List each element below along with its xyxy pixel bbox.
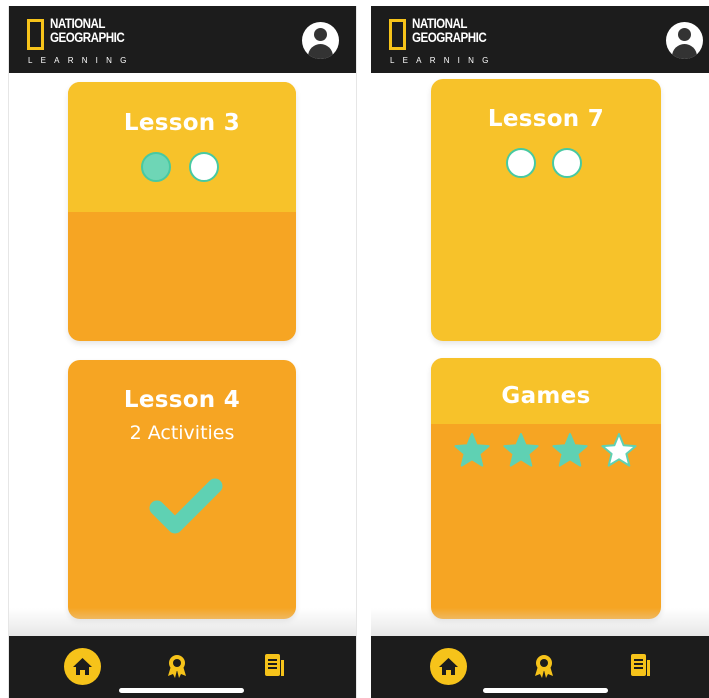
star-earned-icon <box>454 433 490 467</box>
logo-line-1: NATIONAL <box>412 16 468 31</box>
logo-subtitle: LEARNING <box>28 56 135 65</box>
progress-dot-incomplete <box>552 148 582 178</box>
star-earned-icon <box>552 433 588 467</box>
book-icon[interactable] <box>630 653 652 679</box>
app-header: NATIONAL GEOGRAPHIC LEARNING <box>371 6 709 73</box>
home-indicator[interactable] <box>119 688 244 693</box>
lesson-3-card[interactable]: Lesson 3 <box>68 82 296 341</box>
star-empty-icon <box>601 433 637 467</box>
card-title: Games <box>501 383 591 409</box>
progress-dot-complete <box>141 152 171 182</box>
logo-yellow-border <box>389 19 406 50</box>
card-title: Lesson 3 <box>123 110 241 136</box>
logo-line-1: NATIONAL <box>50 16 106 31</box>
star-earned-icon <box>503 433 539 467</box>
card-title: Lesson 4 <box>123 387 241 413</box>
nav-home-button[interactable] <box>64 648 101 685</box>
nav-home-button[interactable] <box>430 648 467 685</box>
national-geographic-logo: NATIONAL GEOGRAPHIC LEARNING <box>389 16 529 68</box>
award-icon[interactable] <box>166 653 188 679</box>
award-icon[interactable] <box>533 653 555 679</box>
home-icon <box>73 658 92 675</box>
bottom-navigation <box>371 636 709 698</box>
home-icon <box>439 658 458 675</box>
lesson-7-card[interactable]: Lesson 7 <box>431 79 661 341</box>
card-subtitle: 2 Activities <box>129 422 235 444</box>
left-phone-screen: NATIONAL GEOGRAPHIC LEARNING Lesson 3 Le… <box>8 6 357 698</box>
right-phone-screen: NATIONAL GEOGRAPHIC LEARNING Lesson 7 Ga… <box>371 6 709 698</box>
bottom-navigation <box>9 636 356 698</box>
scroll-fade <box>371 608 709 636</box>
games-card[interactable]: Games <box>431 358 661 619</box>
book-icon[interactable] <box>264 653 286 679</box>
logo-subtitle: LEARNING <box>390 56 497 65</box>
national-geographic-logo: NATIONAL GEOGRAPHIC LEARNING <box>27 16 167 68</box>
scroll-fade <box>9 608 356 636</box>
progress-dot-incomplete <box>506 148 536 178</box>
lesson-4-card[interactable]: Lesson 4 2 Activities <box>68 360 296 619</box>
profile-avatar-icon[interactable] <box>302 22 339 59</box>
card-title: Lesson 7 <box>487 106 605 132</box>
home-indicator[interactable] <box>483 688 608 693</box>
logo-yellow-border <box>27 19 44 50</box>
logo-line-2: GEOGRAPHIC <box>50 30 125 45</box>
checkmark-icon <box>149 478 223 534</box>
profile-avatar-icon[interactable] <box>666 22 703 59</box>
app-header: NATIONAL GEOGRAPHIC LEARNING <box>9 6 356 73</box>
progress-dot-incomplete <box>189 152 219 182</box>
logo-line-2: GEOGRAPHIC <box>412 30 487 45</box>
